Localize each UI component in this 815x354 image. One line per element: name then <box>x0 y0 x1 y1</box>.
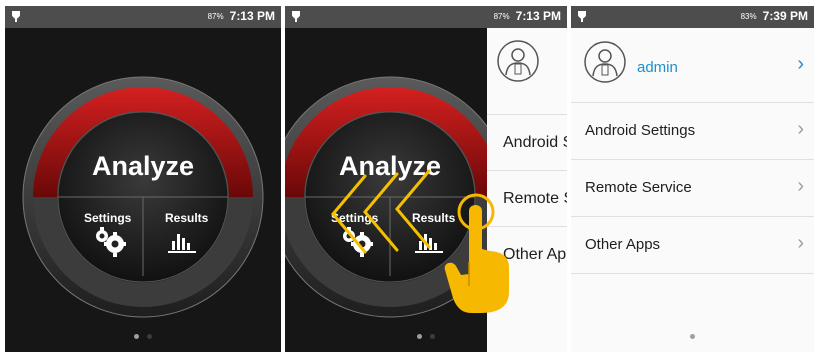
page-indicator <box>5 326 281 344</box>
menu-item-label: Other Apps <box>585 236 661 253</box>
page-dot <box>134 334 139 339</box>
menu-item-label: Remote Service <box>585 179 692 196</box>
clock: 7:39 PM <box>762 9 808 23</box>
menu-item-label: Android Settings <box>585 122 696 139</box>
chevron-right-icon: › <box>797 53 804 75</box>
home-screen-drawer-opening: 87% 7:13 PM Analyze Settings Results And… <box>285 6 567 352</box>
battery-level: 83% <box>740 12 757 21</box>
location-pin-icon <box>577 10 587 26</box>
user-account-row[interactable]: admin › <box>571 28 814 103</box>
username: admin <box>637 59 678 76</box>
menu-item-remote-service[interactable]: Remote Service › <box>571 160 814 217</box>
chevron-right-icon: › <box>797 232 804 254</box>
home-screen: 87% 7:13 PM Analyze Settings Results <box>5 6 281 352</box>
menu-item-other-apps[interactable]: Other Apps › <box>571 217 814 274</box>
page-dot <box>690 334 695 339</box>
chevron-right-icon: › <box>797 175 804 197</box>
swipe-left-hand-icon <box>444 193 509 313</box>
analyze-label: Analyze <box>91 151 195 181</box>
menu-item-android-settings[interactable]: Android Settings › <box>571 103 814 160</box>
settings-button[interactable]: Settings <box>84 211 131 225</box>
clock: 7:13 PM <box>229 9 275 23</box>
battery-level: 87% <box>207 12 224 21</box>
page-indicator <box>571 326 814 344</box>
dial-graphic <box>22 76 264 318</box>
status-bar: 87% 7:13 PM <box>5 6 281 28</box>
swipe-gesture-overlay <box>331 169 509 313</box>
chevron-right-icon: › <box>797 118 804 140</box>
status-bar: 83% 7:39 PM <box>571 6 814 28</box>
analyze-dial[interactable]: Analyze Settings Results <box>22 76 264 318</box>
location-pin-icon <box>11 10 21 26</box>
drawer-menu-screen: 83% 7:39 PM admin › Android Settings › R… <box>571 6 814 352</box>
swipe-left-arrows-icon <box>331 169 431 254</box>
results-button[interactable]: Results <box>165 211 208 225</box>
page-dot <box>147 334 152 339</box>
user-avatar-icon <box>584 41 626 83</box>
